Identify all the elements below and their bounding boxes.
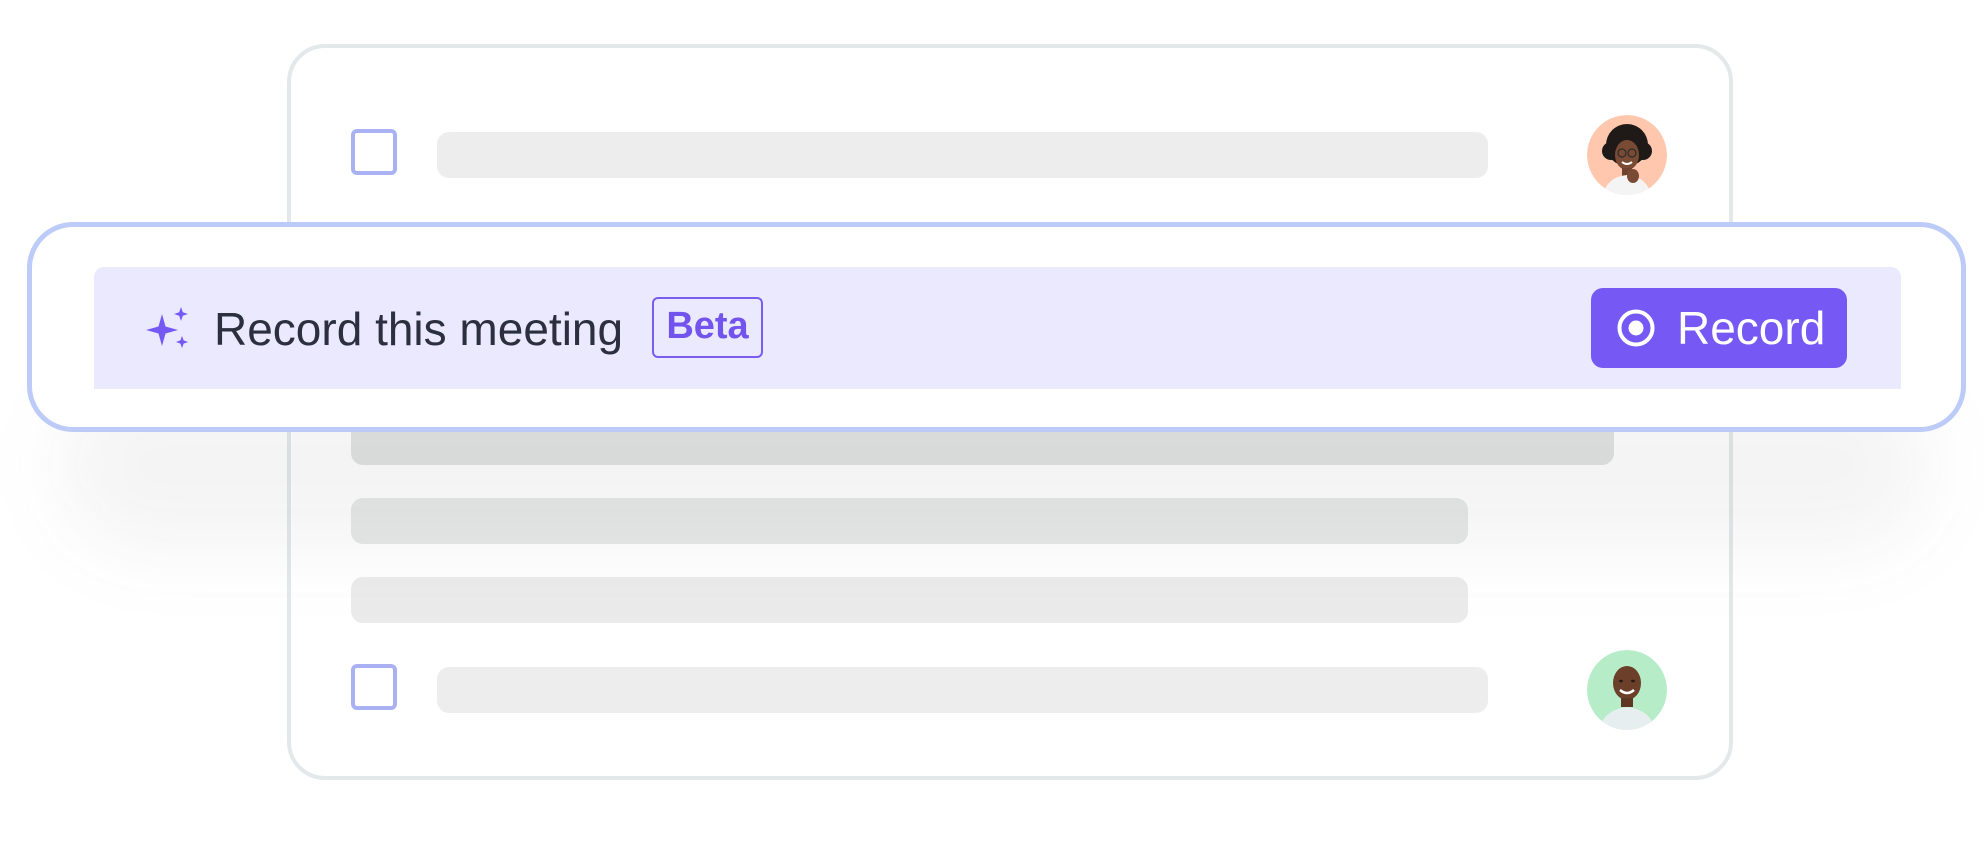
record-button-label: Record (1677, 302, 1826, 354)
skeleton-line (437, 132, 1488, 178)
task-checkbox[interactable] (351, 129, 397, 175)
sparkle-icon (145, 306, 191, 352)
skeleton-line (437, 667, 1488, 713)
skeleton-line (351, 577, 1468, 623)
woman-avatar (1587, 115, 1667, 195)
record-button[interactable]: Record (1591, 288, 1847, 368)
banner-title: Record this meeting (214, 303, 624, 355)
task-checkbox[interactable] (351, 664, 397, 710)
man-avatar (1587, 650, 1667, 730)
record-circle-icon (1616, 308, 1656, 348)
beta-badge: Beta (652, 297, 763, 358)
